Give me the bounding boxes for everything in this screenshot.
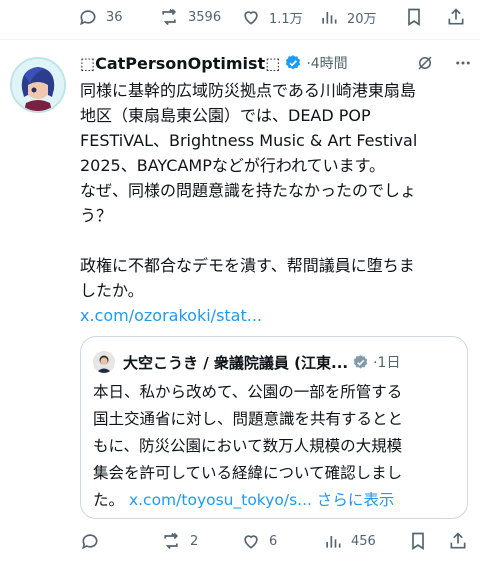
like-count: 1.1万 [269,11,303,27]
retweet-icon [158,7,180,27]
quoted-tweet-header: 大空こうき / 衆議院議員 (江東... ·1日 [93,351,455,373]
tweet-line: なぜ、同様の問題意識を持たなかったのでしょ [80,181,417,200]
like-count: 6 [269,533,278,549]
reply-icon [80,531,100,551]
retweet-action[interactable]: 3596 [158,4,221,30]
retweet-count: 3596 [188,9,222,25]
tweet-body: 同様に基幹的広域防災拠点である川崎港東扇島 地区（東扇島東公園）では、DEAD … [80,78,472,328]
tweet-line: 政権に不都合なデモを潰す、帮間議員に堕ちま [80,256,415,275]
tweet-line: したか。 [80,281,144,300]
heart-icon [241,531,261,551]
bottom-action-bar: 2 6 456 [0,528,480,554]
bookmark-icon [408,531,428,551]
like-action[interactable]: 6 [241,528,277,554]
tweet-line: う？ [80,206,113,225]
quoted-line: もに、防災公園において数万人規模の大規模 [93,437,403,455]
divider [0,39,480,40]
grok-icon[interactable] [416,54,434,72]
quoted-last-line: た。 x.com/toyosu_tokyo/s... さらに表示 [93,487,459,514]
bookmark-button[interactable] [404,4,424,30]
views-icon [319,7,339,27]
quoted-line-prefix: た。 [93,491,125,509]
bookmark-button[interactable] [408,528,428,554]
show-more-link[interactable]: さらに表示 [317,491,395,509]
tweet-line: 地区（東扇島東公園）では、DEAD POP [80,106,371,125]
quoted-line: 集会を許可している経緯について確認しまし [93,464,403,482]
quoted-tweet-body: 本日、私から改めて、公園の一部を所管する 国土交通省に対し、問題意識を共有すると… [93,379,459,514]
quoted-link[interactable]: x.com/toyosu_tokyo/s... [129,491,312,509]
tweet-line: 同様に基幹的広域防災拠点である川崎港東扇島 [80,81,416,100]
more-options-icon[interactable] [454,54,472,72]
tweet-line: 2025、BAYCAMPなどが行われています。 [80,156,385,175]
views-icon [323,531,343,551]
tweet-line: FESTiVAL、Brightness Music & Art Festival [80,131,418,150]
retweet-icon [160,531,182,551]
quoted-author-name: 大空こうき / 衆議院議員 (江東... [123,353,349,372]
share-icon [446,7,466,27]
author-name[interactable]: ⬚CatPersonOptimist⬚ [80,54,280,73]
quoted-tweet-card[interactable]: 大空こうき / 衆議院議員 (江東... ·1日 本日、私から改めて、公園の一部… [80,336,468,519]
retweet-action[interactable]: 2 [160,528,198,554]
reply-icon [78,7,98,27]
views-action[interactable]: 20万 [319,4,377,30]
tweet-link[interactable]: x.com/ozorakoki/stat... [80,303,472,328]
tweet-time[interactable]: ·4時間 [306,53,347,73]
retweet-count: 2 [190,533,199,549]
reply-action[interactable]: 36 [78,4,123,30]
quoted-line: 国土交通省に対し、問題意識を共有するとと [93,410,404,428]
top-action-bar: 36 3596 1.1万 20万 [0,4,480,30]
tweet-header: ⬚CatPersonOptimist⬚ ·4時間 [80,50,472,76]
share-icon [448,531,468,551]
views-action[interactable]: 456 [323,528,376,554]
reply-count: 36 [106,9,123,25]
verified-badge-icon [284,54,302,72]
author-avatar[interactable] [10,57,66,113]
bookmark-icon [404,7,424,27]
quoted-tweet-time: ·1日 [373,355,401,371]
views-count: 20万 [347,11,377,27]
quoted-line: 本日、私から改めて、公園の一部を所管する [93,383,403,401]
heart-icon [241,7,261,27]
quoted-verified-badge-icon [352,354,369,371]
share-button[interactable] [446,4,466,30]
reply-action[interactable] [80,528,108,554]
views-count: 456 [351,533,376,549]
share-button[interactable] [448,528,468,554]
quoted-author-avatar [93,351,115,373]
like-action[interactable]: 1.1万 [241,4,303,30]
